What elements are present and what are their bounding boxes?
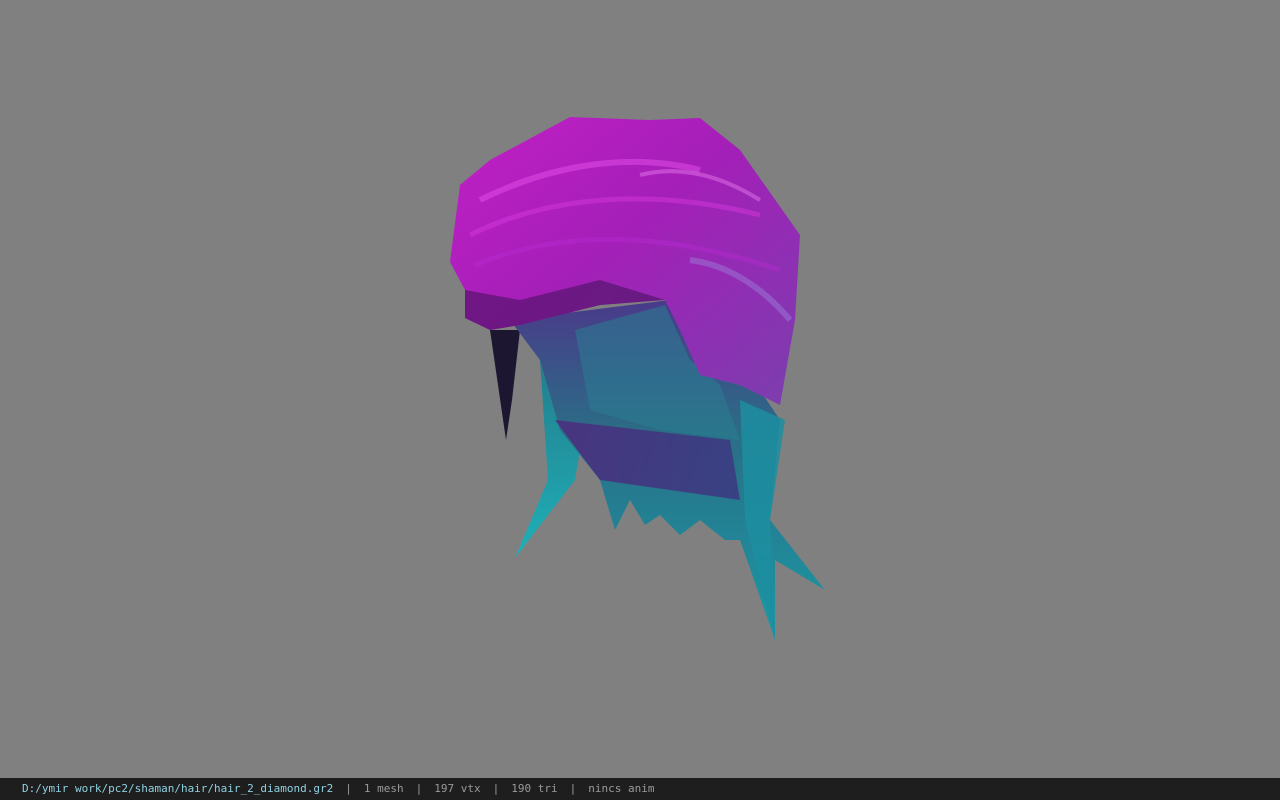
file-path-label: D:/ymir work/pc2/shaman/hair/hair_2_diam… — [22, 782, 334, 795]
status-separator: | — [345, 782, 352, 795]
status-separator: | — [492, 782, 500, 795]
animation-info-label: nincs anim — [588, 782, 655, 795]
status-bar: D:/ymir work/pc2/shaman/hair/hair_2_diam… — [0, 778, 1280, 800]
vertex-count-label: 197 vtx — [434, 782, 481, 795]
status-separator: | — [569, 782, 577, 795]
triangle-count-label: 190 tri — [511, 782, 558, 795]
3d-viewport[interactable] — [0, 0, 1280, 778]
hair-model[interactable] — [0, 0, 1280, 778]
status-separator: | — [415, 782, 423, 795]
mesh-count-label: 1 mesh — [363, 782, 404, 795]
